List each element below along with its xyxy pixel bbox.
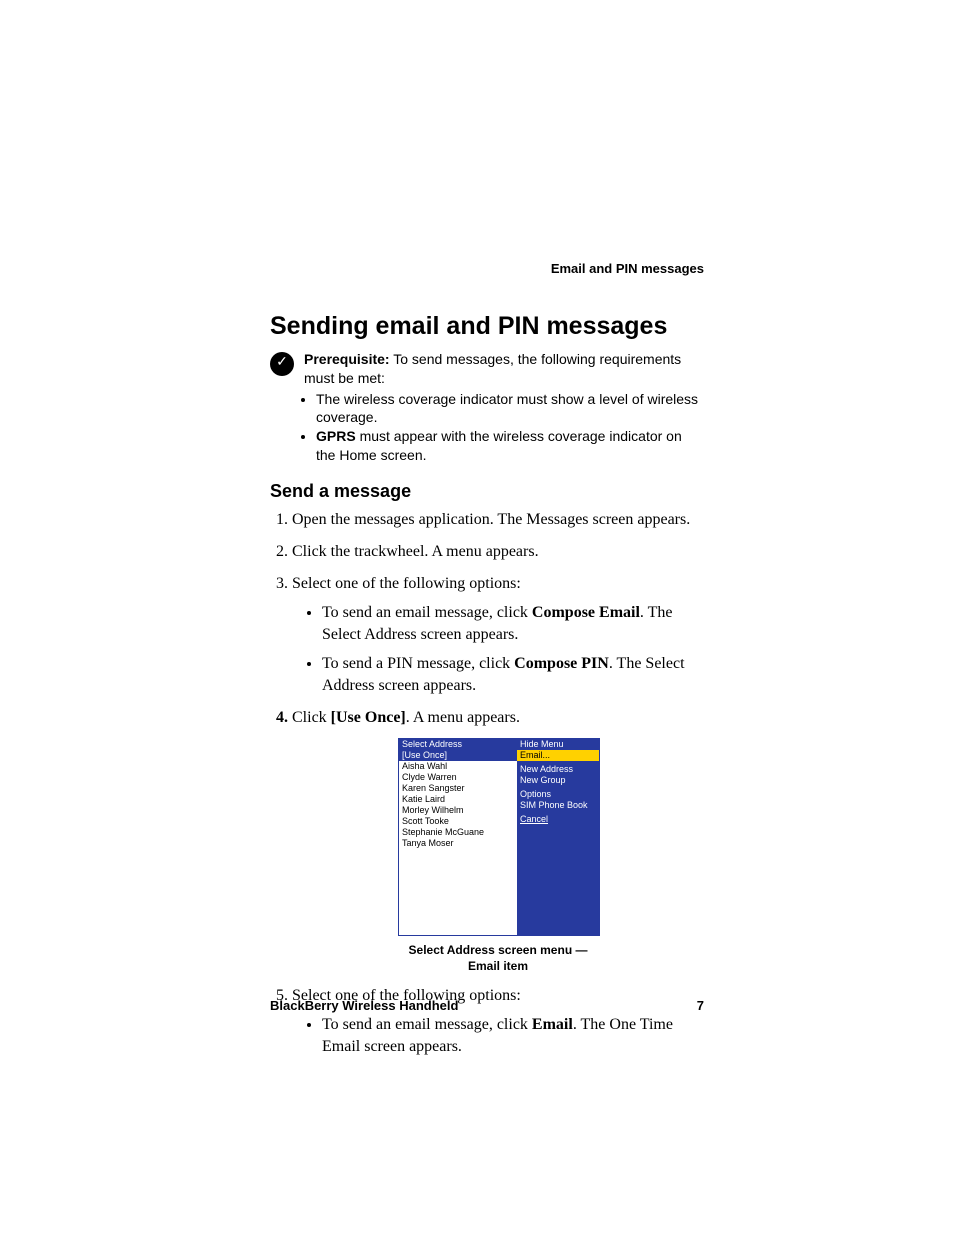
device-menu-cancel: Cancel bbox=[517, 814, 599, 825]
step-2: Click the trackwheel. A menu appears. bbox=[292, 541, 704, 563]
page-footer: BlackBerry Wireless Handheld 7 bbox=[270, 997, 704, 1015]
step-3a: To send an email message, click Compose … bbox=[322, 602, 704, 645]
prerequisite-bullet: The wireless coverage indicator must sho… bbox=[316, 390, 704, 428]
prerequisite-text: Prerequisite: To send messages, the foll… bbox=[304, 350, 704, 465]
device-figure: Select Address [Use Once] Aisha Wahl Cly… bbox=[398, 738, 598, 974]
check-icon: ✓ bbox=[270, 352, 294, 376]
running-header: Email and PIN messages bbox=[551, 260, 704, 278]
device-right-menu: Hide Menu Email... New Address New Group… bbox=[517, 739, 599, 935]
step-4: Click [Use Once]. A menu appears. Select… bbox=[292, 707, 704, 975]
prerequisite-label: Prerequisite: bbox=[304, 351, 390, 367]
device-menu-email: Email... bbox=[517, 750, 599, 761]
page-title: Sending email and PIN messages bbox=[270, 310, 704, 344]
device-menu-item: SIM Phone Book bbox=[517, 800, 599, 811]
step-3: Select one of the following options: To … bbox=[292, 573, 704, 697]
device-menu-item: Options bbox=[517, 789, 599, 800]
device-contact: Stephanie McGuane bbox=[399, 827, 517, 838]
device-screenshot: Select Address [Use Once] Aisha Wahl Cly… bbox=[398, 738, 600, 936]
device-contact: Scott Tooke bbox=[399, 816, 517, 827]
step-5a: To send an email message, click Email. T… bbox=[322, 1014, 704, 1057]
device-contact: Karen Sangster bbox=[399, 783, 517, 794]
step-1: Open the messages application. The Messa… bbox=[292, 509, 704, 531]
device-menu-item: New Address bbox=[517, 764, 599, 775]
device-contact: Aisha Wahl bbox=[399, 761, 517, 772]
step-5: Select one of the following options: To … bbox=[292, 985, 704, 1058]
prerequisite-block: ✓ Prerequisite: To send messages, the fo… bbox=[270, 350, 704, 465]
document-page: Email and PIN messages Sending email and… bbox=[0, 0, 954, 1235]
figure-caption: Select Address screen menu — Email item bbox=[398, 942, 598, 974]
device-left-header: Select Address bbox=[399, 739, 517, 750]
device-contact: Clyde Warren bbox=[399, 772, 517, 783]
page-number: 7 bbox=[697, 997, 704, 1015]
device-contact: Katie Laird bbox=[399, 794, 517, 805]
device-menu-header: Hide Menu bbox=[517, 739, 599, 750]
step-3b: To send a PIN message, click Compose PIN… bbox=[322, 653, 704, 696]
device-left-panel: Select Address [Use Once] Aisha Wahl Cly… bbox=[399, 739, 517, 935]
footer-product: BlackBerry Wireless Handheld bbox=[270, 997, 458, 1015]
steps-list: Open the messages application. The Messa… bbox=[270, 509, 704, 1057]
section-subtitle: Send a message bbox=[270, 479, 704, 503]
device-contact: Morley Wilhelm bbox=[399, 805, 517, 816]
device-contact: Tanya Moser bbox=[399, 838, 517, 849]
prerequisite-bullet: GPRS must appear with the wireless cover… bbox=[316, 427, 704, 465]
device-menu-item: New Group bbox=[517, 775, 599, 786]
device-selected-item: [Use Once] bbox=[399, 750, 517, 761]
